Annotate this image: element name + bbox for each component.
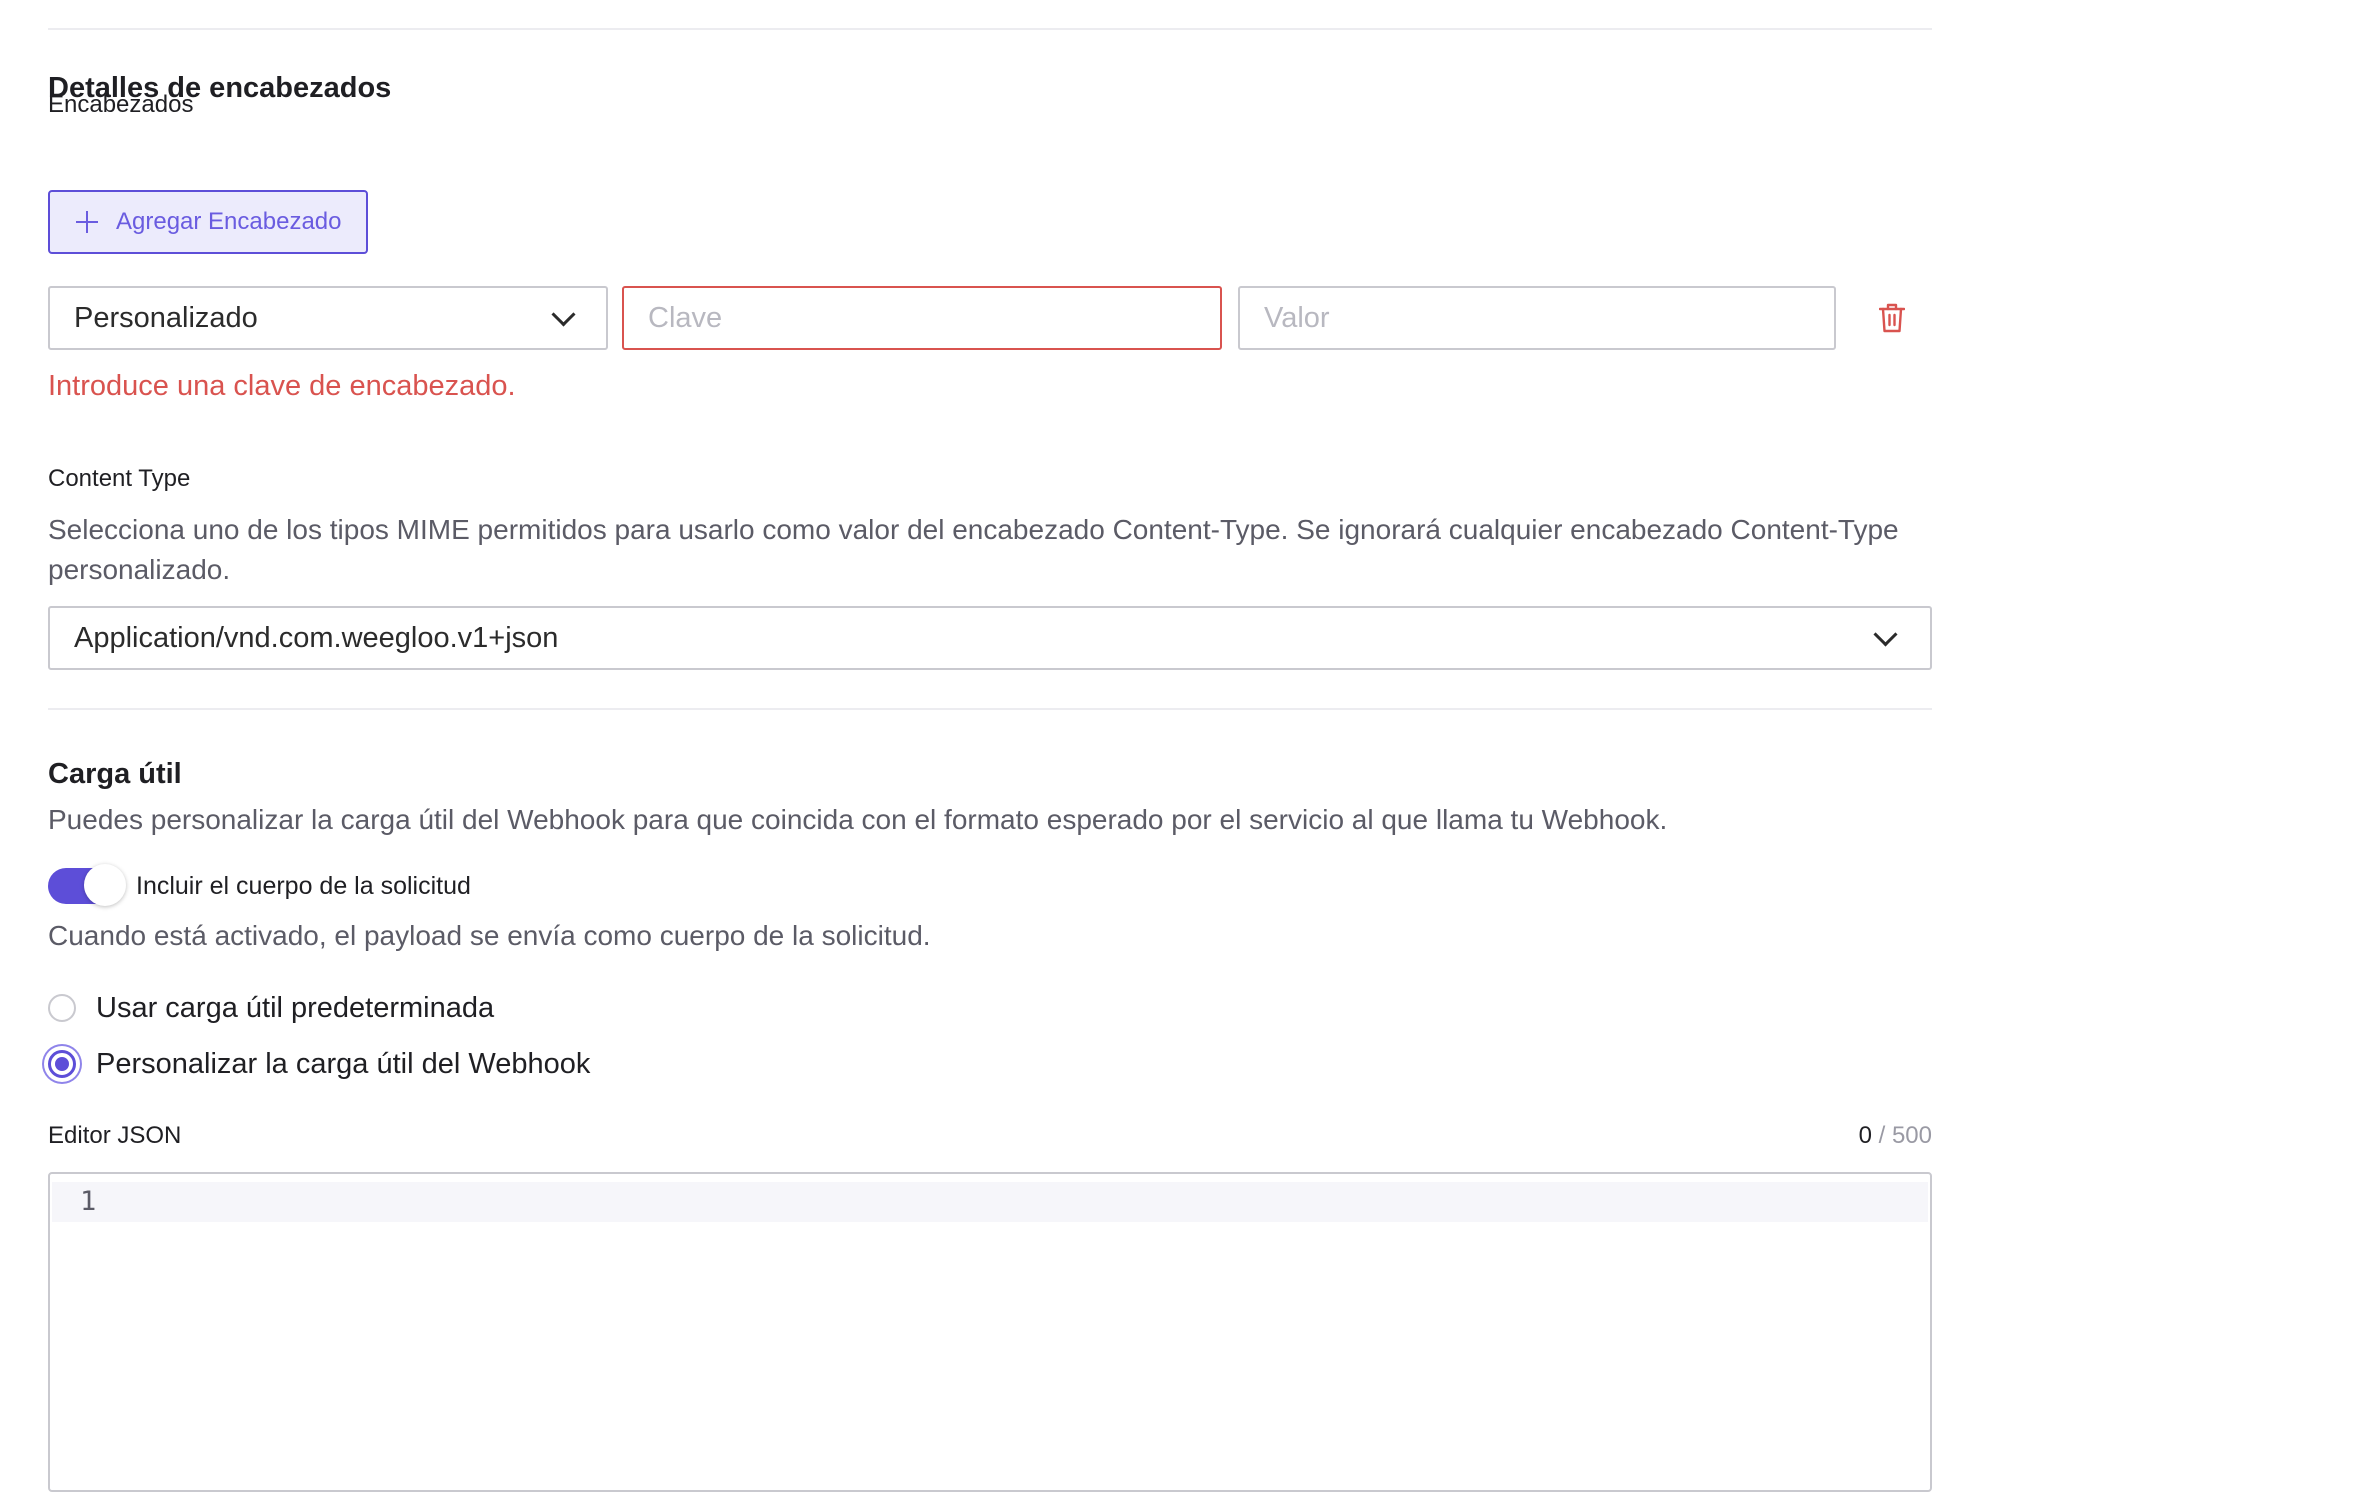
- top-divider: [48, 28, 1932, 30]
- payload-description: Puedes personalizar la carga útil del We…: [48, 804, 1668, 835]
- radio-custom-payload[interactable]: Personalizar la carga útil del Webhook: [48, 1044, 590, 1084]
- content-type-select[interactable]: Application/vnd.com.weegloo.v1+json: [48, 606, 1932, 670]
- delete-header-button[interactable]: [1872, 298, 1912, 338]
- trash-icon: [1879, 303, 1905, 333]
- json-editor[interactable]: 1: [48, 1172, 1932, 1492]
- header-value-input[interactable]: [1238, 286, 1836, 350]
- json-char-counter: 0 / 500: [1859, 1121, 1932, 1151]
- json-editor-label: Editor JSON: [48, 1122, 182, 1149]
- section-divider: [48, 708, 1932, 710]
- header-type-select[interactable]: Personalizado: [48, 286, 608, 350]
- chevron-down-icon: [1873, 621, 1898, 647]
- line-number: 1: [80, 1186, 97, 1217]
- radio-default-label: Usar carga útil predeterminada: [96, 991, 495, 1024]
- header-type-value: Personalizado: [74, 301, 258, 334]
- headers-label: Encabezados: [48, 91, 194, 118]
- add-header-button[interactable]: Agregar Encabezado: [48, 190, 368, 254]
- payload-title: Carga útil: [48, 758, 182, 790]
- content-type-label: Content Type: [48, 465, 191, 492]
- toggle-knob: [84, 864, 126, 906]
- content-type-description: Selecciona uno de los tipos MIME permiti…: [48, 514, 1899, 585]
- radio-custom-label: Personalizar la carga útil del Webhook: [96, 1047, 591, 1080]
- radio-default-payload[interactable]: Usar carga útil predeterminada: [48, 988, 494, 1028]
- plus-icon: [76, 211, 98, 233]
- radio-button[interactable]: [48, 994, 76, 1022]
- radio-button-checked[interactable]: [48, 1050, 76, 1078]
- chevron-down-icon: [551, 301, 576, 327]
- include-body-toggle[interactable]: [48, 864, 126, 906]
- header-key-error: Introduce una clave de encabezado.: [48, 370, 516, 402]
- include-body-help: Cuando está activado, el payload se enví…: [48, 920, 931, 951]
- json-char-count: 0: [1858, 1122, 1872, 1149]
- content-type-value: Application/vnd.com.weegloo.v1+json: [74, 621, 559, 654]
- include-body-label: Incluir el cuerpo de la solicitud: [136, 872, 471, 900]
- editor-active-line: 1: [52, 1182, 1928, 1222]
- header-key-input[interactable]: [622, 286, 1222, 350]
- add-header-label: Agregar Encabezado: [116, 208, 342, 235]
- json-char-max: / 500: [1871, 1122, 1932, 1149]
